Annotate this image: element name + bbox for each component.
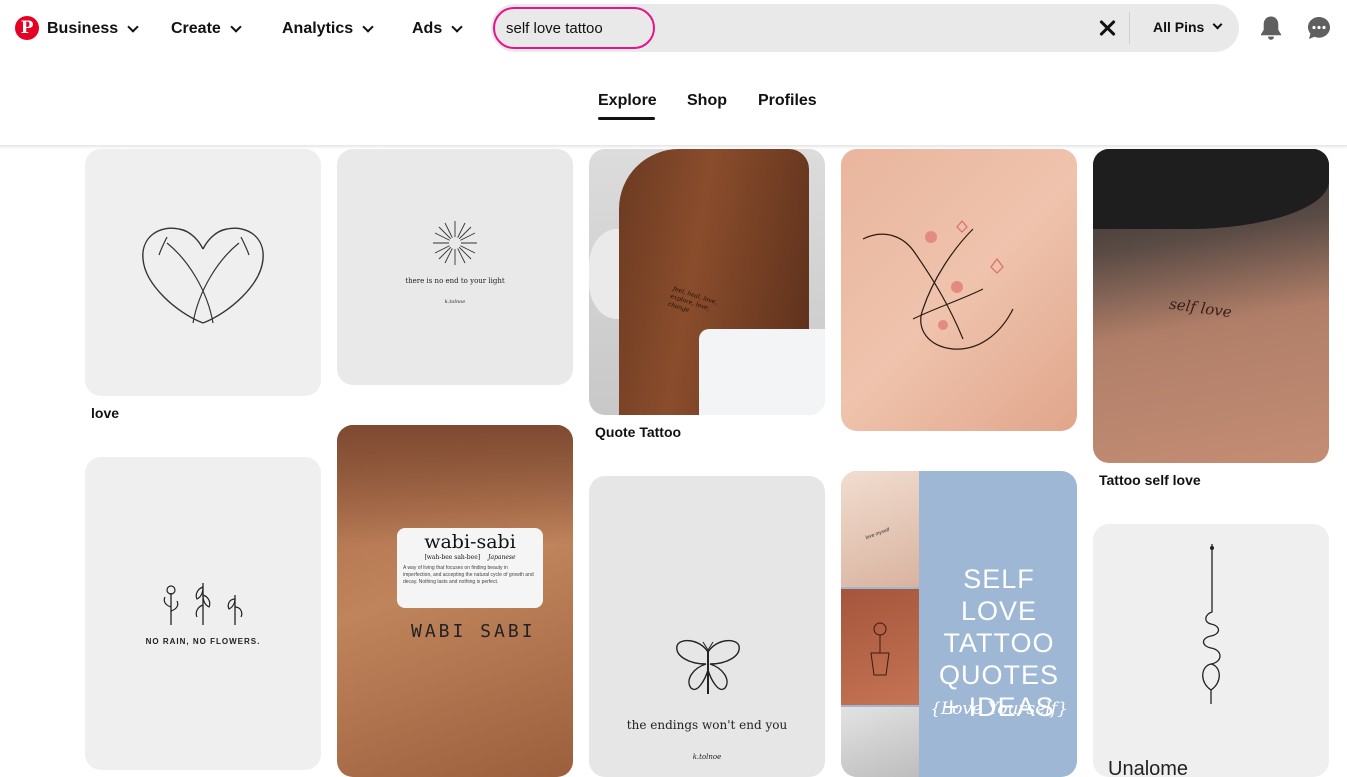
collage-small-tattoo: love myself [864,526,891,542]
chevron-down-icon [127,20,139,33]
collage-photo-1: love myself [841,471,919,587]
pin-self-love-script[interactable]: self love [1093,149,1329,463]
heart-hug-drawing [142,227,264,324]
collage-script: {Love Yourself} [930,699,1068,719]
unalome-drawing [1202,544,1221,704]
business-menu[interactable]: Business [47,18,139,40]
clear-icon[interactable] [1097,18,1117,38]
pin-endings[interactable]: the endings won't end you k.tolnoe [589,476,825,777]
pin-quote-tattoo[interactable]: feel, heal, love, explore, love, change [589,149,825,415]
collage-line-2: TATTOO [943,628,1055,658]
pin-light[interactable]: there is no end to your light k.tolnoe [337,149,573,385]
collage-photo-2 [841,589,919,705]
business-menu-label: Business [47,20,119,37]
pin-title-love[interactable]: love [91,405,119,421]
create-menu-label: Create [171,20,221,37]
dark-sleeve [1093,149,1329,229]
ads-menu-label: Ads [412,20,443,37]
active-tab-indicator [598,117,655,120]
pin-no-rain[interactable]: NO RAIN, NO FLOWERS. [85,457,321,770]
pin-title-quote-tattoo[interactable]: Quote Tattoo [595,424,681,440]
bell-icon[interactable] [1259,15,1283,41]
wabi-sabi-heading: wabi-sabi [424,531,516,553]
pin-heart-hug[interactable] [85,149,321,396]
wabi-sabi-tattoo-text: WABI SABI [411,621,536,642]
hugging-figure-drawing [862,220,1014,350]
light-caption: there is no end to your light [405,277,505,285]
top-navigation-bar: P Business Create Analytics Ads All Pins [0,0,1347,56]
pin-wabi-sabi[interactable]: wabi-sabi [wah-bee sah-bee] Japanese A w… [337,425,573,777]
search-bar: All Pins [491,4,1239,52]
tab-shop[interactable]: Shop [687,92,727,110]
self-love-arm-text: self love [1168,294,1233,322]
light-signature: k.tolnoe [444,299,466,305]
wabi-sabi-definition: A way of living that focuses on finding … [403,565,534,585]
pin-title-tattoo-self-love[interactable]: Tattoo self love [1099,472,1201,488]
flower-pot-tattoo-icon [870,622,890,676]
chat-icon[interactable] [1307,16,1331,40]
no-rain-caption: NO RAIN, NO FLOWERS. [145,637,261,646]
collage-photo-3 [841,707,919,777]
chevron-down-icon [451,20,463,33]
chevron-down-icon [230,20,242,33]
wabi-sabi-language: Japanese [488,554,516,561]
collage-line-3: QUOTES [938,660,1059,690]
search-tabs: Explore Shop Profiles [0,88,1347,128]
unalome-caption: Unalome [1108,758,1189,777]
flowers-drawing [163,583,243,625]
pin-butterfly-arms[interactable] [841,149,1077,431]
collage-line-1: SELF LOVE [960,564,1038,626]
endings-caption: the endings won't end you [626,718,788,732]
chevron-down-icon [1212,19,1223,30]
pinterest-logo-icon[interactable]: P [15,16,39,40]
sun-burst-drawing [433,221,477,265]
create-menu[interactable]: Create [171,18,242,40]
tab-profiles[interactable]: Profiles [758,92,817,110]
all-pins-filter[interactable]: All Pins [1153,19,1223,35]
filter-label: All Pins [1153,19,1205,35]
header-shadow [0,145,1347,149]
chevron-down-icon [362,20,374,33]
search-divider [1129,12,1130,44]
ads-menu[interactable]: Ads [412,18,463,40]
wabi-sabi-definition-card: wabi-sabi [wah-bee sah-bee] Japanese A w… [397,528,543,608]
analytics-menu-label: Analytics [282,20,354,37]
arm-shadow [337,425,573,545]
pin-unalome[interactable]: Unalome [1093,524,1329,777]
analytics-menu[interactable]: Analytics [282,18,374,40]
wabi-sabi-phonetic: [wah-bee sah-bee] [424,554,481,561]
search-input[interactable] [493,7,655,49]
pin-self-love-collage[interactable]: love myself SELF LOVE TATTOO QUOTES + ID… [841,471,1077,777]
tab-explore[interactable]: Explore [598,92,657,110]
endings-signature: k.tolnoe [692,753,722,761]
white-top [699,329,825,415]
butterfly-drawing [676,639,740,694]
